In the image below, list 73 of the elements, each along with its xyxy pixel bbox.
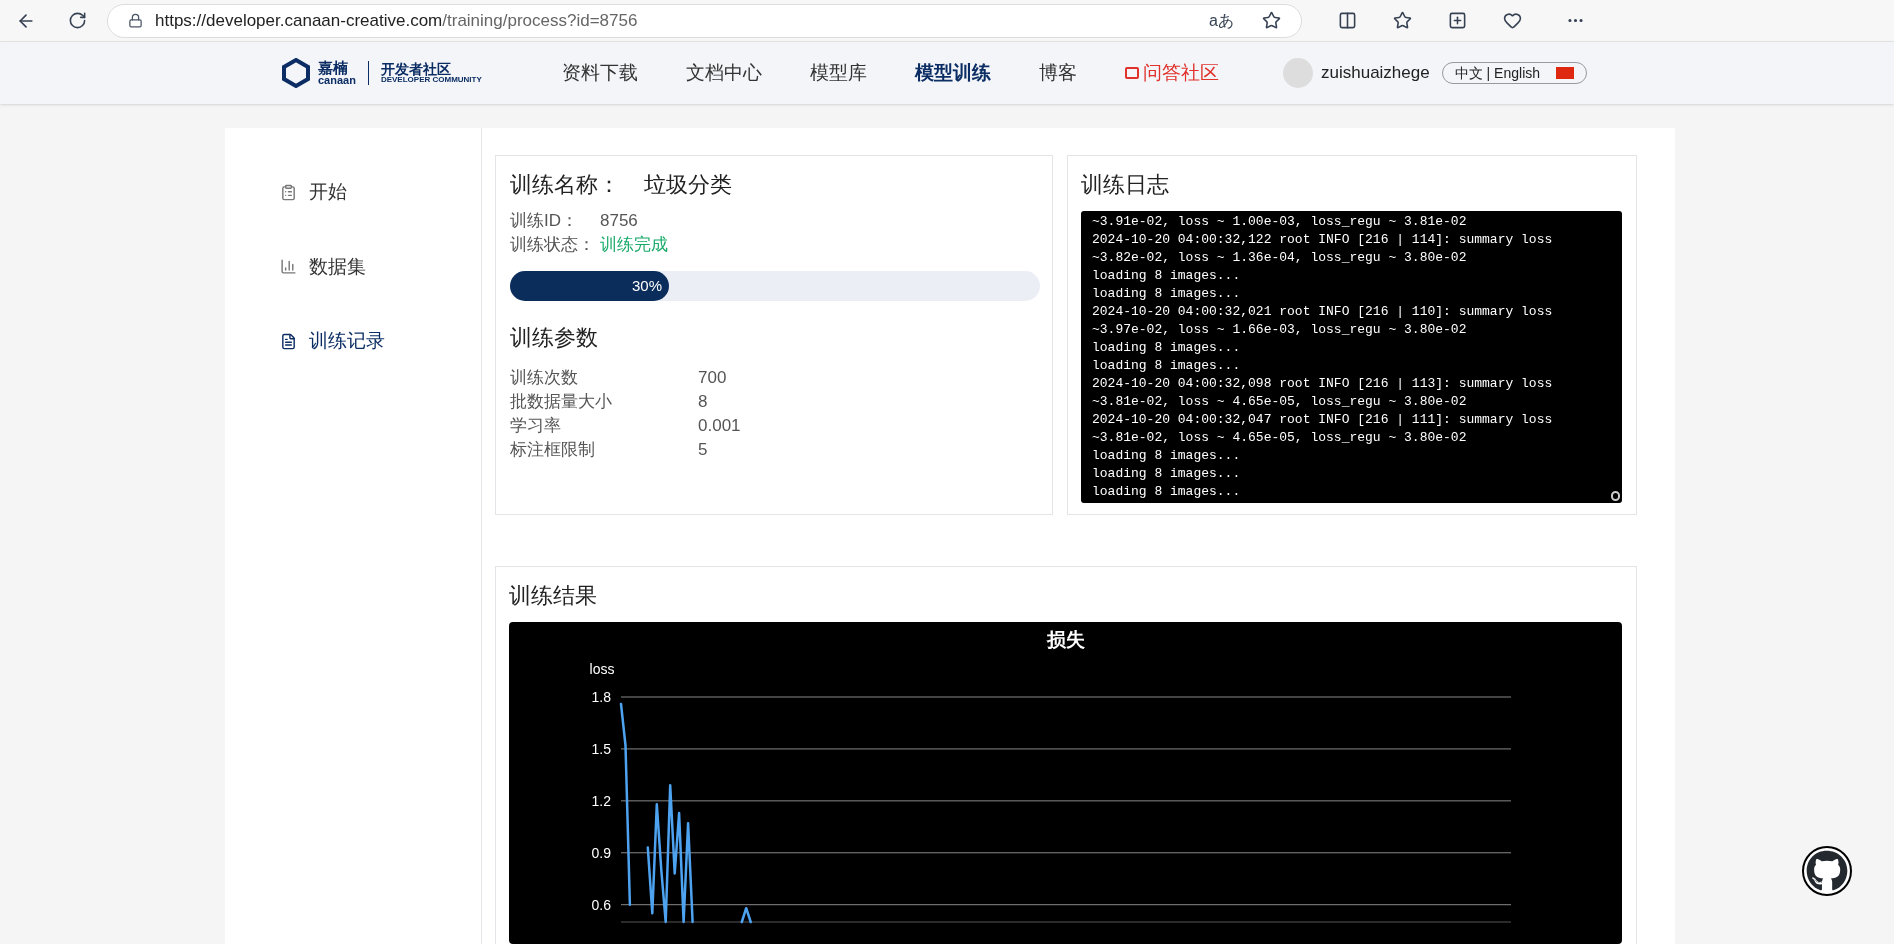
log-line: loading 8 images... <box>1092 339 1241 357</box>
params-title: 训练参数 <box>510 324 599 352</box>
chart-title: 损失 <box>1046 629 1085 650</box>
log-line: loading 8 images... <box>1092 267 1241 285</box>
progress-reading: 30% <box>631 275 662 296</box>
logo-icon <box>282 58 310 88</box>
logo-title: 开发者社区 <box>380 62 452 76</box>
username[interactable]: zuishuaizhege <box>1321 60 1430 86</box>
y-tick-label: 0.6 <box>591 896 611 913</box>
y-tick-label: 1.8 <box>591 689 611 705</box>
log-line: 2024-10-20 04:00:32,047 root INFO [216 | 111]: summary loss <box>1092 411 1553 429</box>
log-line: loading 8 images... <box>1092 285 1241 303</box>
nav-link[interactable]: 资料下载 <box>562 58 638 88</box>
nav-link[interactable]: 模型训练 <box>915 58 991 88</box>
github-button[interactable] <box>1802 846 1852 896</box>
log-line: loading 8 images... <box>1092 447 1241 465</box>
logo-name: 嘉楠 <box>318 60 349 75</box>
y-tick-label: 0.9 <box>591 844 611 861</box>
y-tick-label: 1.2 <box>591 792 611 809</box>
sidebar-item[interactable]: 数据集 <box>280 252 481 281</box>
bar-chart-icon <box>280 258 297 276</box>
log-title: 训练日志 <box>1081 171 1170 199</box>
param-label: 批数据量大小 <box>510 391 613 413</box>
flag-icon <box>1556 67 1575 79</box>
nav-link[interactable]: 博客 <box>1039 58 1077 88</box>
status-label: 训练状态： <box>510 234 596 256</box>
clipboard-icon <box>280 183 297 201</box>
training-id: 8756 <box>600 210 639 232</box>
log-line: ~3.82e-02, loss ~ 1.36e-04, loss_regu ~ 3.80e-02 <box>1092 249 1467 267</box>
param-value: 700 <box>698 367 728 389</box>
lock-icon <box>128 13 143 28</box>
param-label: 标注框限制 <box>510 439 596 461</box>
log-line: 2024-10-20 04:00:32,021 root INFO [216 | 110]: summary loss <box>1092 303 1553 321</box>
split-screen-icon[interactable] <box>1338 11 1357 30</box>
logo-latin: canaan <box>318 75 356 86</box>
nav-link[interactable]: 文档中心 <box>686 58 762 88</box>
log-line: ~3.97e-02, loss ~ 1.66e-03, loss_regu ~ 3.80e-02 <box>1092 321 1467 339</box>
training-name: 垃圾分类 <box>644 171 732 199</box>
favorites-icon[interactable] <box>1393 11 1412 30</box>
y-tick-label: 1.5 <box>591 740 611 757</box>
resize-handle-icon[interactable] <box>1611 491 1620 501</box>
read-aloud-icon[interactable]: aあ <box>1209 8 1234 33</box>
param-value: 0.001 <box>698 415 742 437</box>
heart-icon[interactable] <box>1503 11 1522 30</box>
sidebar-item[interactable]: 训练记录 <box>280 327 481 356</box>
results-title: 训练结果 <box>509 582 598 610</box>
param-label: 训练次数 <box>510 367 579 389</box>
param-value: 5 <box>698 439 709 461</box>
log-line: ~3.91e-02, loss ~ 1.00e-03, loss_regu ~ 3.81e-02 <box>1092 213 1467 231</box>
param-value: 8 <box>698 391 709 413</box>
status-text: 训练完成 <box>600 234 669 256</box>
id-label: 训练ID： <box>510 210 579 232</box>
document-icon <box>280 332 297 350</box>
log-line: loading 8 images... <box>1092 357 1241 375</box>
nav-link[interactable]: 模型库 <box>810 58 867 88</box>
sidebar-item[interactable]: 开始 <box>280 178 481 207</box>
y-axis-label: loss <box>589 661 615 677</box>
log-line: ~3.81e-02, loss ~ 4.65e-05, loss_regu ~ 3.80e-02 <box>1092 393 1467 411</box>
collections-icon[interactable] <box>1448 11 1467 30</box>
log-line: ~3.81e-02, loss ~ 4.65e-05, loss_regu ~ 3.80e-02 <box>1092 429 1467 447</box>
url-text: https://developer.canaan-creative.com/training/process?id=8756 <box>155 9 639 32</box>
nav-link[interactable]: 问答社区 <box>1125 58 1219 88</box>
logo-subtitle: DEVELOPER COMMUNITY <box>380 76 482 84</box>
refresh-icon[interactable] <box>68 11 87 30</box>
name-label: 训练名称： <box>510 171 620 199</box>
log-line: 2024-10-20 04:00:32,098 root INFO [216 | 113]: summary loss <box>1092 375 1553 393</box>
log-line: 2024-10-20 04:00:32,122 root INFO [216 | 114]: summary loss <box>1092 231 1553 249</box>
param-label: 学习率 <box>510 415 562 437</box>
log-line: loading 8 images... <box>1092 465 1241 483</box>
favorite-star-icon[interactable] <box>1262 11 1281 30</box>
github-icon <box>1806 850 1848 892</box>
address-bar[interactable]: https://developer.canaan-creative.com/training/process?id=8756 aあ <box>107 3 1302 38</box>
log-line: loading 8 images... <box>1092 483 1241 501</box>
